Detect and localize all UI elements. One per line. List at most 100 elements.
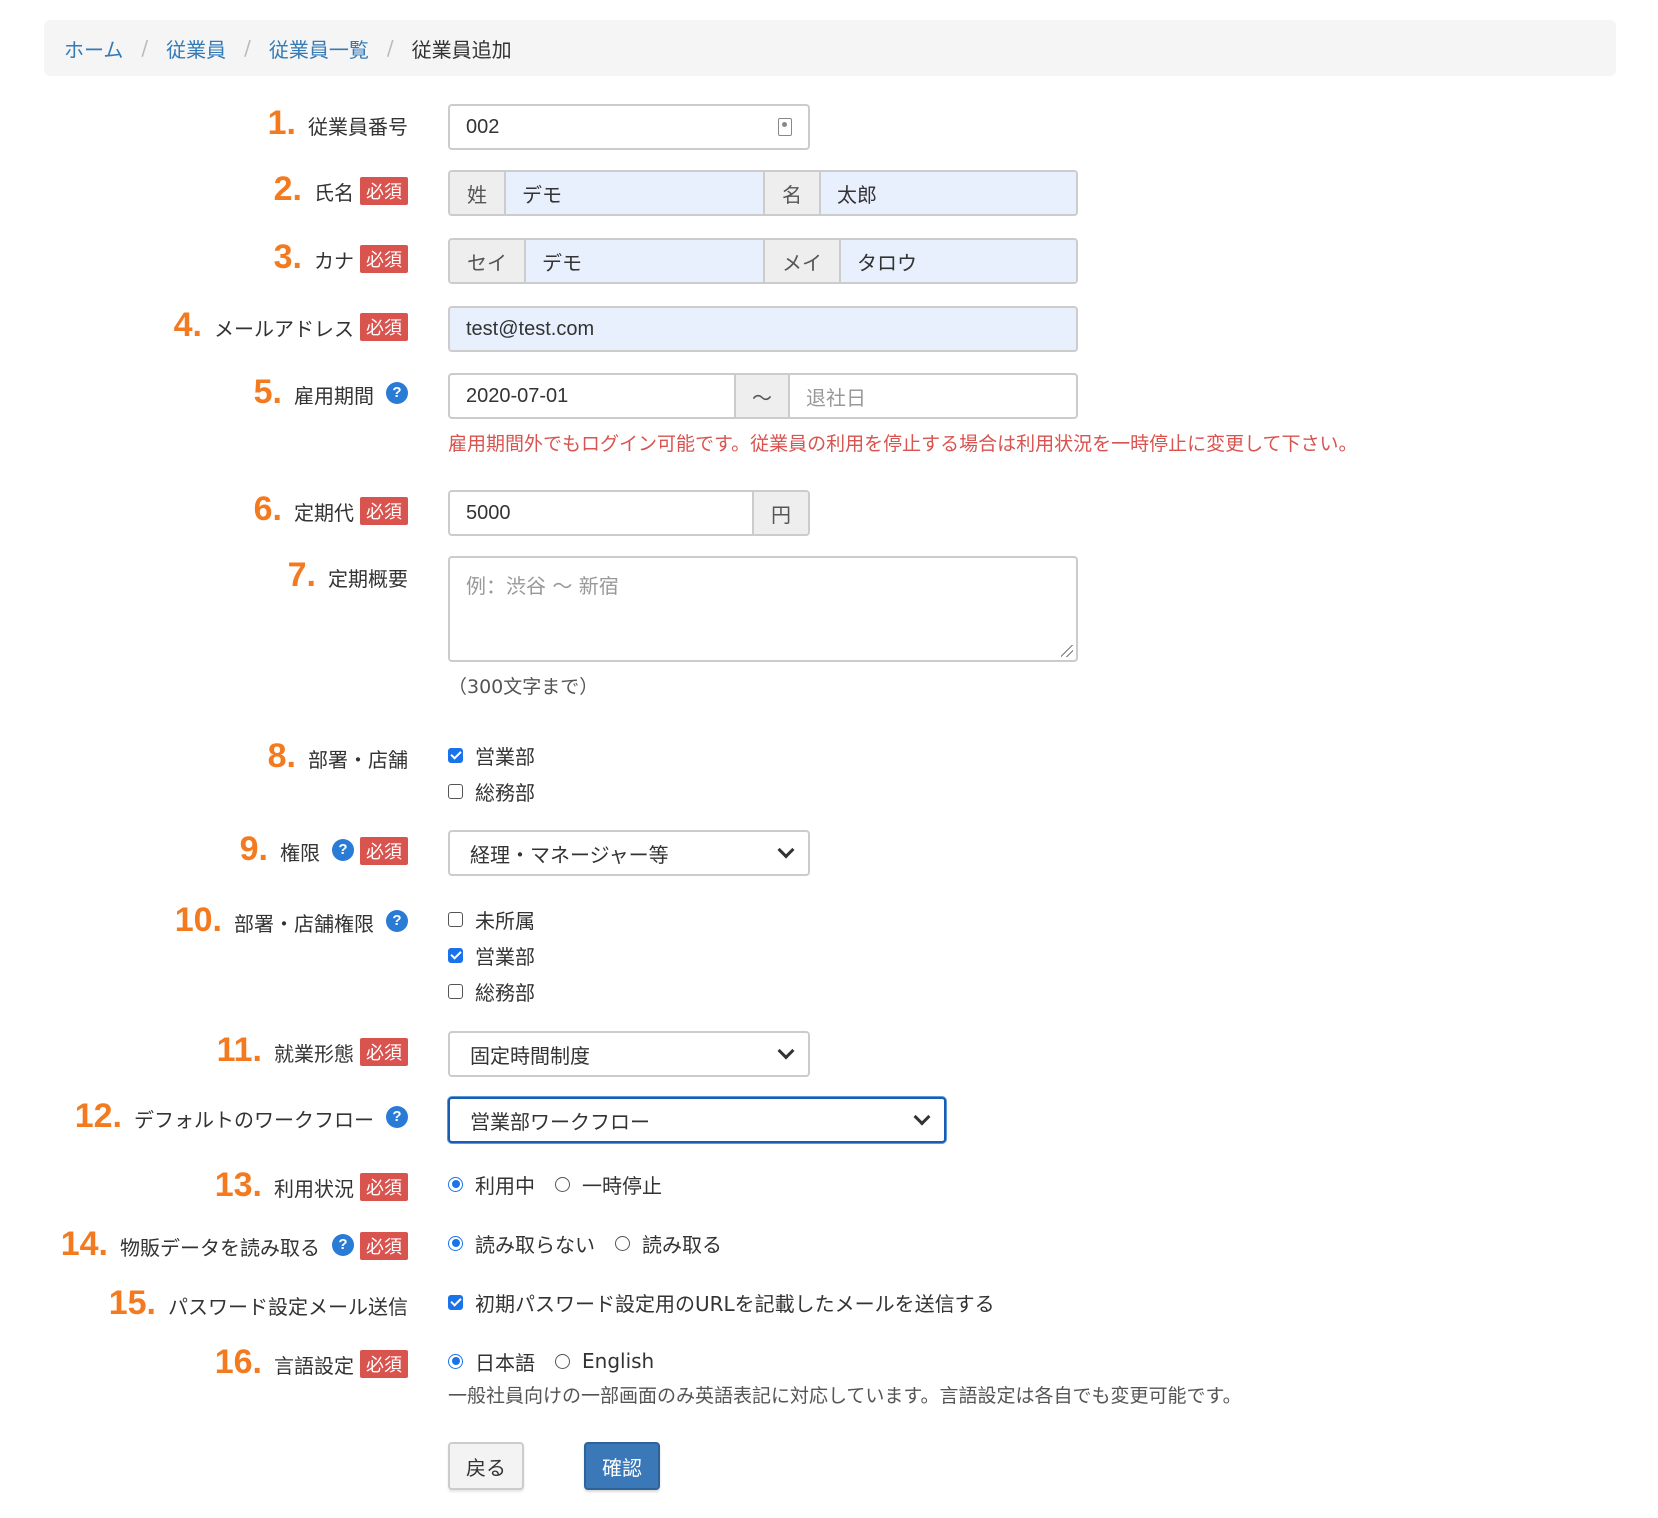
department-permission-option-label: 未所属 [475, 908, 535, 933]
char-limit-note: （300文字まで） [448, 676, 599, 698]
breadcrumb-employee-list-link[interactable]: 従業員一覧 [269, 34, 369, 63]
department-option-label: 総務部 [475, 780, 535, 805]
required-badge: 必須 [360, 1038, 408, 1066]
field-number: 2. [273, 170, 302, 208]
help-icon[interactable]: ? [332, 838, 354, 861]
department-permission-checkbox-list: 未所属営業部総務部 [448, 901, 535, 1009]
breadcrumb-employees-link[interactable]: 従業員 [166, 34, 226, 63]
last-name-input[interactable]: デモ [506, 172, 765, 214]
required-badge: 必須 [360, 313, 408, 341]
field-number: 1. [267, 104, 296, 142]
commuter-pass-group: 5000 円 [448, 490, 810, 536]
first-name-input[interactable]: 太郎 [821, 172, 1076, 214]
department-permission-checkbox-3[interactable]: 総務部 [448, 973, 535, 1009]
password-mail-label: 初期パスワード設定用のURLを記載したメールを送信する [475, 1291, 995, 1316]
field-number: 3. [273, 238, 302, 276]
radio-unselected[interactable] [615, 1235, 630, 1251]
help-icon[interactable]: ? [386, 909, 408, 932]
usage-status-option-label: 一時停止 [582, 1173, 662, 1198]
start-date-input[interactable]: 2020-07-01 [450, 375, 736, 417]
department-permission-option-label: 営業部 [475, 944, 535, 969]
employment-period-warning: 雇用期間外でもログイン可能です。従業員の利用を停止する場合は利用状況を一時停止に… [448, 433, 1358, 455]
field-number: 13. [214, 1166, 262, 1204]
confirm-button[interactable]: 確認 [584, 1442, 660, 1490]
checkbox-checked[interactable] [448, 1294, 463, 1310]
checkbox-unchecked[interactable] [448, 983, 463, 999]
required-badge: 必須 [360, 497, 408, 525]
checkbox-checked[interactable] [448, 747, 463, 763]
password-mail-checkbox[interactable]: 初期パスワード設定用のURLを記載したメールを送信する [448, 1284, 995, 1320]
usage-status-option-label: 利用中 [475, 1173, 535, 1198]
default-workflow-select[interactable]: 営業部ワークフロー [448, 1097, 946, 1143]
department-checkbox-2[interactable]: 総務部 [448, 773, 535, 809]
work-style-select[interactable]: 固定時間制度 [448, 1031, 810, 1077]
radio-selected[interactable] [448, 1235, 463, 1251]
help-icon[interactable]: ? [386, 381, 408, 404]
kana-input-group: セイ デモ メイ タロウ [448, 238, 1078, 284]
first-kana-addon: メイ [765, 240, 841, 282]
help-icon[interactable]: ? [386, 1105, 408, 1128]
usage-status-radio-1[interactable]: 利用中 [448, 1170, 535, 1199]
checkbox-unchecked[interactable] [448, 783, 463, 799]
commuter-pass-input[interactable]: 5000 [450, 492, 754, 534]
radio-unselected[interactable] [555, 1353, 570, 1369]
tilde-addon: 〜 [736, 375, 790, 417]
language-note: 一般社員向けの一部画面のみ英語表記に対応しています。言語設定は各自でも変更可能で… [448, 1385, 1242, 1407]
field-label: パスワード設定メール送信 [168, 1295, 408, 1319]
email-input[interactable]: test@test.com [448, 306, 1078, 352]
field-label: 利用状況 [274, 1177, 354, 1201]
field-number: 16. [214, 1343, 262, 1381]
chevron-down-icon [777, 841, 795, 859]
department-checkbox-1[interactable]: 営業部 [448, 737, 535, 773]
first-kana-input[interactable]: タロウ [841, 240, 1076, 282]
back-button[interactable]: 戻る [448, 1442, 524, 1490]
end-date-input[interactable]: 退社日 [790, 375, 1076, 417]
language-radio-1[interactable]: 日本語 [448, 1347, 535, 1376]
checkbox-checked[interactable] [448, 947, 463, 963]
usage-status-radio-2[interactable]: 一時停止 [555, 1170, 662, 1199]
contact-card-icon[interactable] [778, 118, 792, 136]
breadcrumb-home-link[interactable]: ホーム [64, 34, 123, 63]
field-label: 部署・店舗 [308, 748, 408, 772]
breadcrumb-separator: / [141, 36, 149, 60]
work-style-selected-value: 固定時間制度 [470, 1043, 590, 1068]
sales-data-radio-1[interactable]: 読み取らない [448, 1229, 595, 1258]
last-kana-addon: セイ [450, 240, 526, 282]
employee-number-value: 002 [466, 115, 500, 138]
name-input-group: 姓 デモ 名 太郎 [448, 170, 1078, 216]
required-badge: 必須 [360, 1232, 408, 1260]
first-name-addon: 名 [765, 172, 821, 214]
checkbox-unchecked[interactable] [448, 911, 463, 927]
department-option-label: 営業部 [475, 744, 535, 769]
employee-number-input[interactable]: 002 [448, 104, 810, 150]
last-kana-input[interactable]: デモ [526, 240, 765, 282]
field-number: 9. [239, 830, 268, 868]
field-number: 6. [253, 490, 282, 528]
field-label: 権限 [280, 841, 320, 865]
field-number: 8. [267, 737, 296, 775]
chevron-down-icon [777, 1042, 795, 1060]
resize-handle-icon[interactable] [1061, 645, 1073, 657]
sales-data-option-label: 読み取らない [475, 1232, 595, 1257]
chevron-down-icon [913, 1108, 931, 1126]
radio-unselected[interactable] [555, 1176, 570, 1192]
radio-selected[interactable] [448, 1353, 463, 1369]
sales-data-radio-2[interactable]: 読み取る [615, 1229, 722, 1258]
field-label: 就業形態 [274, 1042, 354, 1066]
field-label: デフォルトのワークフロー [134, 1108, 374, 1132]
field-label: 雇用期間 [294, 384, 374, 408]
department-permission-checkbox-2[interactable]: 営業部 [448, 937, 535, 973]
field-label: 定期概要 [328, 567, 408, 591]
field-label: 定期代 [294, 501, 354, 525]
field-label: 物販データを読み取る [120, 1236, 320, 1260]
help-icon[interactable]: ? [332, 1233, 354, 1256]
radio-selected[interactable] [448, 1176, 463, 1192]
language-radio-2[interactable]: English [555, 1349, 654, 1373]
usage-status-radio-group: 利用中 一時停止 [448, 1166, 682, 1202]
commuter-summary-placeholder: 例：渋谷 〜 新宿 [466, 574, 619, 598]
field-label: 従業員番号 [308, 115, 408, 139]
permission-select[interactable]: 経理・マネージャー等 [448, 830, 810, 876]
field-number: 10. [174, 901, 222, 939]
commuter-summary-textarea[interactable]: 例：渋谷 〜 新宿 [448, 556, 1078, 662]
department-permission-checkbox-1[interactable]: 未所属 [448, 901, 535, 937]
